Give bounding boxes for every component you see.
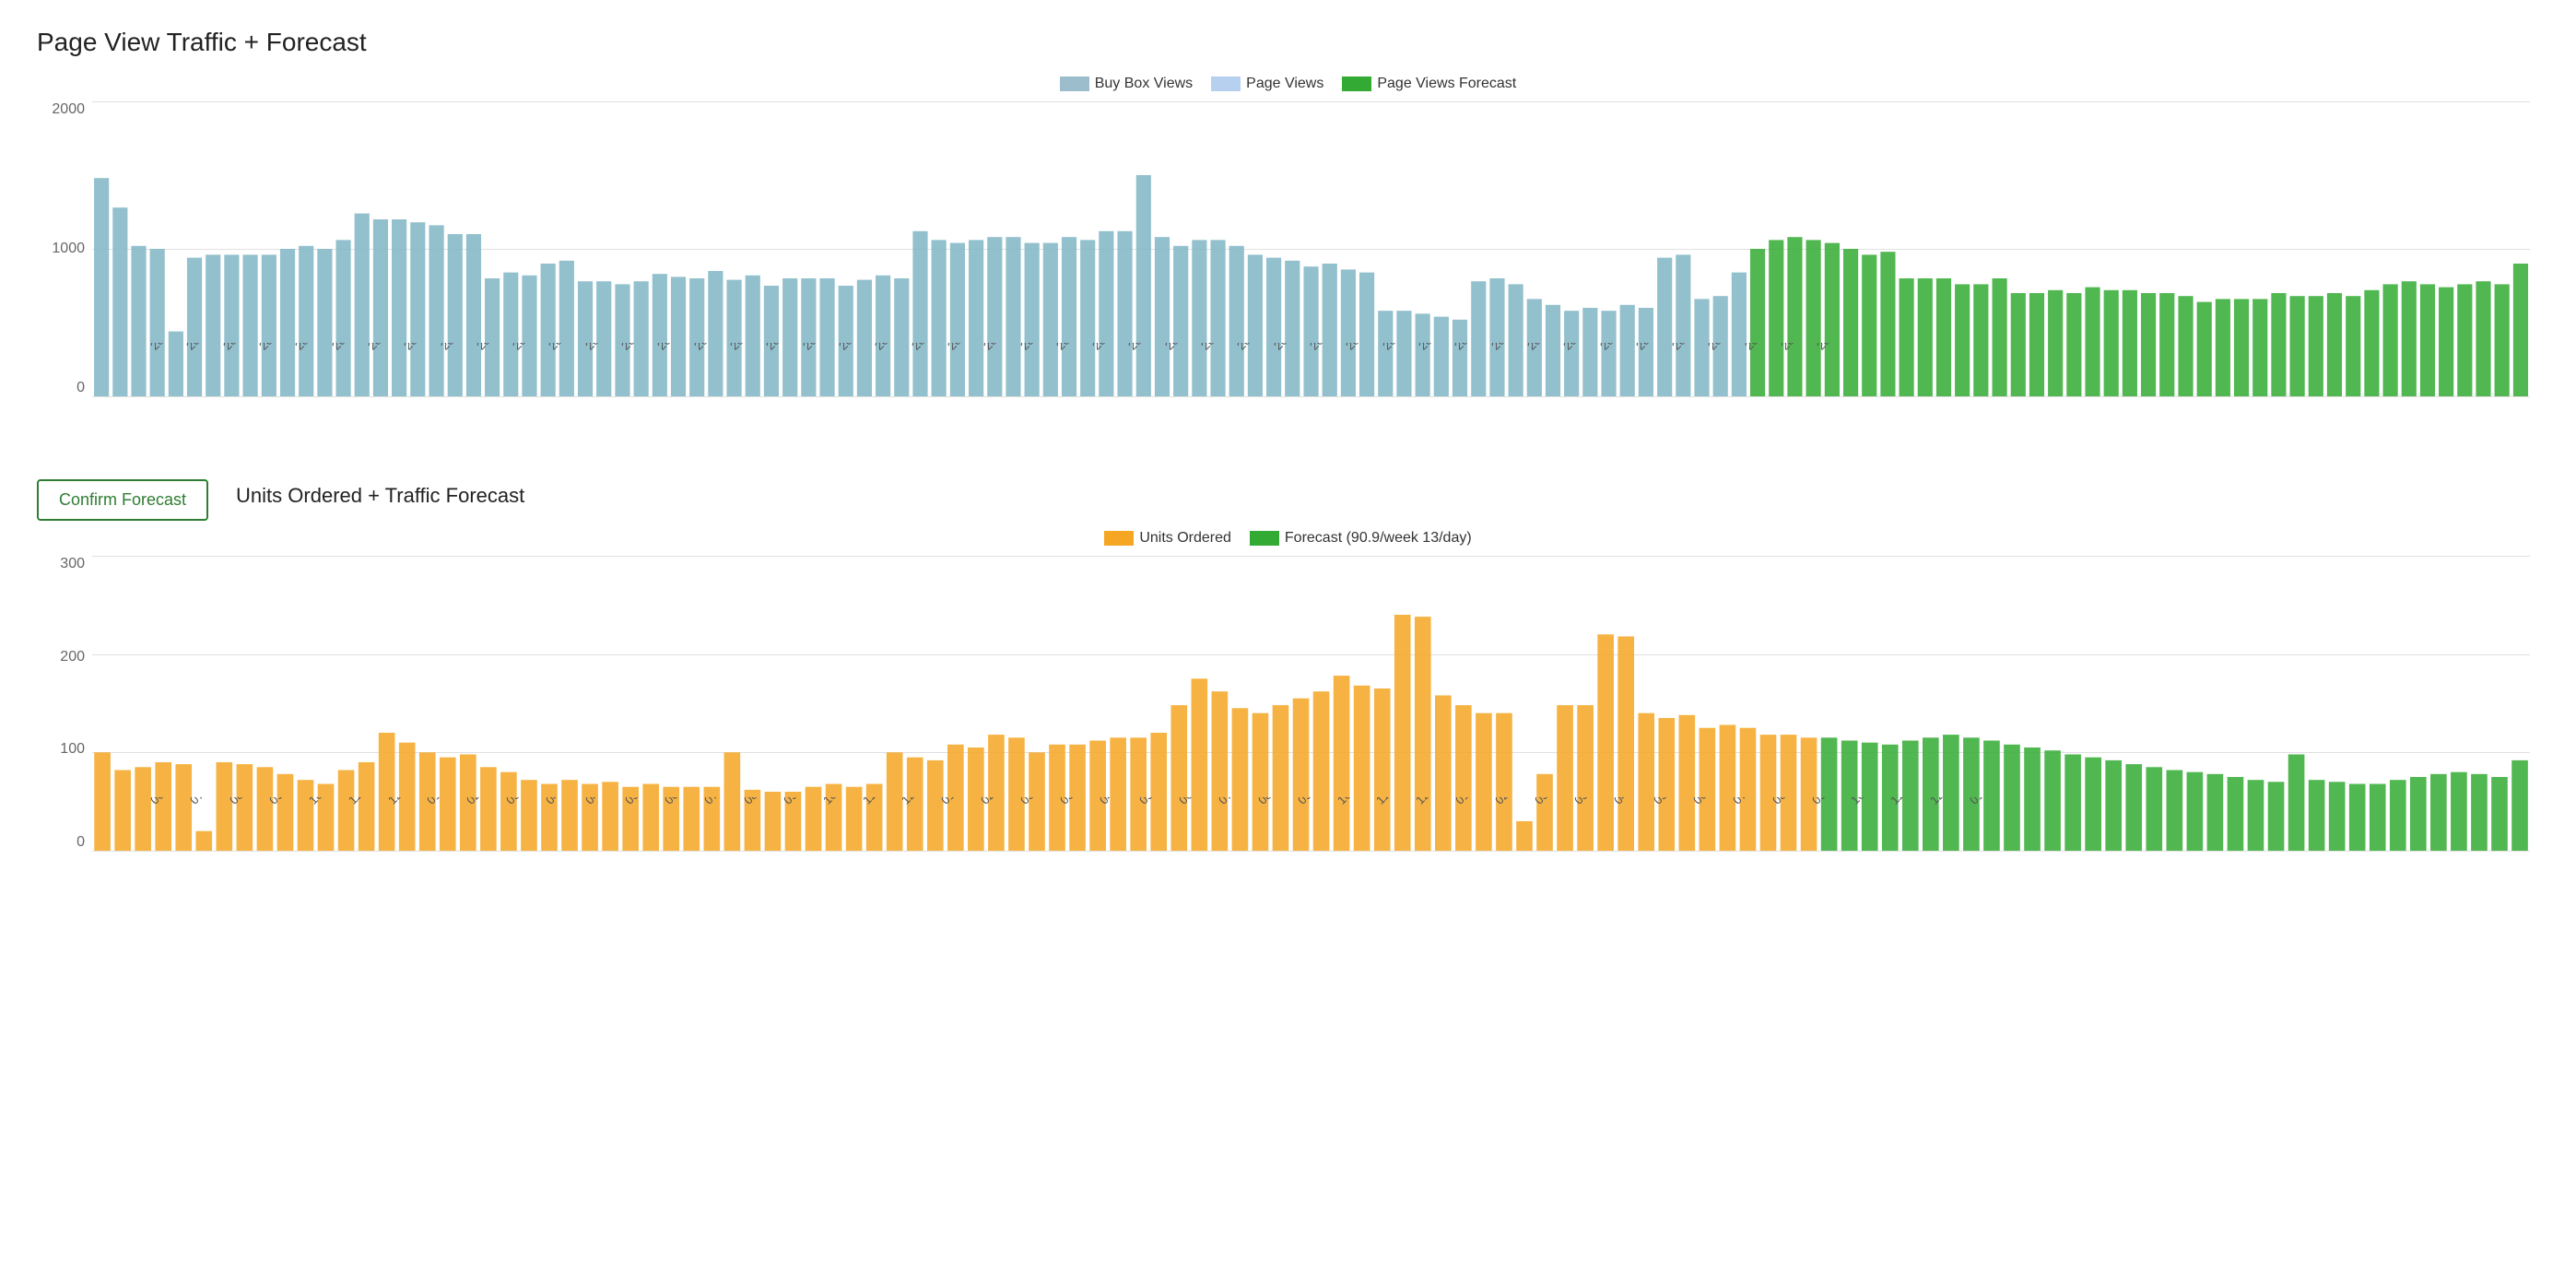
page-title: Page View Traffic + Forecast bbox=[37, 28, 2539, 57]
x-label-2: 10-16 bbox=[306, 797, 337, 807]
chart2-section: Confirm Forecast Units Ordered + Traffic… bbox=[37, 479, 2539, 906]
x-label-2: 10-13 bbox=[1335, 797, 1366, 807]
x-label-2: 05-25 bbox=[1651, 797, 1682, 807]
x-label-2: 04-30 bbox=[582, 797, 614, 807]
x-label-2: 03-02 bbox=[1532, 797, 1563, 807]
legend-label-forecast2: Forecast (90.9/week 13/day) bbox=[1285, 530, 1472, 547]
x-label-2: 05-28 bbox=[622, 797, 653, 807]
y2-label-0: 0 bbox=[76, 834, 85, 851]
legend-label-buybox: Buy Box Views bbox=[1095, 76, 1193, 92]
x-label-2: 01-04 bbox=[1967, 797, 1998, 807]
x-label-2: 07-20 bbox=[1730, 797, 1761, 807]
x-label-2: 02-04 bbox=[978, 797, 1009, 807]
x-label-2: 07-24 bbox=[187, 797, 218, 807]
chart2-container: 300 200 100 0 06-26 07-24 08-21 09-18 10-16 1… bbox=[37, 556, 2539, 906]
y2-label-100: 100 bbox=[60, 741, 85, 758]
x-label-2: 08-20 bbox=[741, 797, 772, 807]
x-label-2: 11-09 bbox=[1888, 797, 1918, 807]
chart1-yaxis: 2000 1000 0 bbox=[37, 101, 92, 396]
x-label-2: 12-11 bbox=[385, 797, 416, 807]
x-label-2: 11-12 bbox=[860, 797, 890, 807]
x-label-2: 06-26 bbox=[147, 797, 179, 807]
x-label: 2026-01-04 bbox=[1814, 343, 1867, 353]
x-label-2: 03-03 bbox=[1017, 797, 1049, 807]
x-label-2: 11-10 bbox=[1373, 797, 1404, 807]
chart1-legend: Buy Box Views Page Views Page Views Fore… bbox=[37, 76, 2539, 92]
x-label-2: 12-10 bbox=[899, 797, 930, 807]
legend-item-forecast2: Forecast (90.9/week 13/day) bbox=[1250, 530, 1472, 547]
x-label-2: 03-31 bbox=[1057, 797, 1088, 807]
legend-label-forecast: Page Views Forecast bbox=[1377, 76, 1516, 92]
chart1-area: 2022-06-262022-07-242022-08-212022-09-18… bbox=[92, 101, 2530, 396]
x-label-2: 04-27 bbox=[1611, 797, 1642, 807]
x-label-2: 01-05 bbox=[1453, 797, 1484, 807]
y2-label-300: 300 bbox=[60, 556, 85, 572]
x-label-2: 02-02 bbox=[1492, 797, 1523, 807]
units-swatch bbox=[1104, 531, 1134, 546]
x-label-2: 04-02 bbox=[543, 797, 574, 807]
x-label-2: 06-23 bbox=[1176, 797, 1207, 807]
chart2-xlabels: 06-26 07-24 08-21 09-18 10-16 11-13 12-11 01-08… bbox=[147, 797, 2521, 851]
chart2-yaxis: 300 200 100 0 bbox=[37, 556, 92, 851]
x-label-2: 09-18 bbox=[266, 797, 298, 807]
x-label-2: 09-14 bbox=[1809, 797, 1841, 807]
x-label-2: 11-13 bbox=[346, 797, 376, 807]
legend-item-buybox: Buy Box Views bbox=[1060, 76, 1193, 92]
chart1-container: 2000 1000 0 2022-06-262022-07-242022-08-… bbox=[37, 101, 2539, 452]
x-label-2: 05-26 bbox=[1136, 797, 1168, 807]
x-label-2: 03-30 bbox=[1571, 797, 1603, 807]
chart2-area: 06-26 07-24 08-21 09-18 10-16 11-13 12-11 01-08… bbox=[92, 556, 2530, 851]
forecast2-swatch bbox=[1250, 531, 1279, 546]
x-label-2: 09-17 bbox=[781, 797, 812, 807]
x-label-2: 04-28 bbox=[1097, 797, 1128, 807]
forecast-swatch bbox=[1342, 76, 1371, 91]
x-label-2: 08-18 bbox=[1255, 797, 1287, 807]
chart2-header: Confirm Forecast Units Ordered + Traffic… bbox=[37, 479, 2539, 521]
chart1-xlabels: 2022-06-262022-07-242022-08-212022-09-18… bbox=[147, 343, 2521, 396]
legend-item-forecast: Page Views Forecast bbox=[1342, 76, 1516, 92]
x-label-2: 01-08 bbox=[424, 797, 455, 807]
x-label-2: 07-23 bbox=[701, 797, 733, 807]
x-label-2: 08-21 bbox=[227, 797, 258, 807]
x-label-2: 02-05 bbox=[464, 797, 495, 807]
confirm-forecast-button[interactable]: Confirm Forecast bbox=[37, 479, 208, 521]
x-label-2: 10-15 bbox=[820, 797, 852, 807]
grid-line-bot bbox=[92, 396, 2530, 397]
chart2-legend: Units Ordered Forecast (90.9/week 13/day… bbox=[37, 530, 2539, 547]
grid2-line-bot bbox=[92, 851, 2530, 852]
x-label-2: 01-07 bbox=[938, 797, 970, 807]
chart1-section: Buy Box Views Page Views Page Views Fore… bbox=[37, 76, 2539, 452]
buybox-swatch bbox=[1060, 76, 1089, 91]
legend-label-pageviews: Page Views bbox=[1246, 76, 1323, 92]
x-label-2: 06-22 bbox=[1690, 797, 1722, 807]
y-label-1000: 1000 bbox=[52, 241, 85, 257]
x-label-2: 08-17 bbox=[1770, 797, 1801, 807]
legend-item-pageviews: Page Views bbox=[1211, 76, 1323, 92]
y-label-2000: 2000 bbox=[52, 101, 85, 118]
legend-item-units: Units Ordered bbox=[1104, 530, 1231, 547]
x-label-2: 12-08 bbox=[1413, 797, 1444, 807]
legend-label-units: Units Ordered bbox=[1139, 530, 1231, 547]
x-label-2: 06-25 bbox=[662, 797, 693, 807]
x-label-2: 03-05 bbox=[503, 797, 535, 807]
y-label-0: 0 bbox=[76, 380, 85, 396]
x-label-2: 12-07 bbox=[1927, 797, 1958, 807]
x-label-2: 10-12 bbox=[1848, 797, 1879, 807]
y2-label-200: 200 bbox=[60, 649, 85, 665]
chart2-title: Units Ordered + Traffic Forecast bbox=[236, 484, 524, 508]
x-label-2: 07-21 bbox=[1216, 797, 1247, 807]
pageviews-swatch bbox=[1211, 76, 1241, 91]
x-label-2: 09-15 bbox=[1295, 797, 1326, 807]
